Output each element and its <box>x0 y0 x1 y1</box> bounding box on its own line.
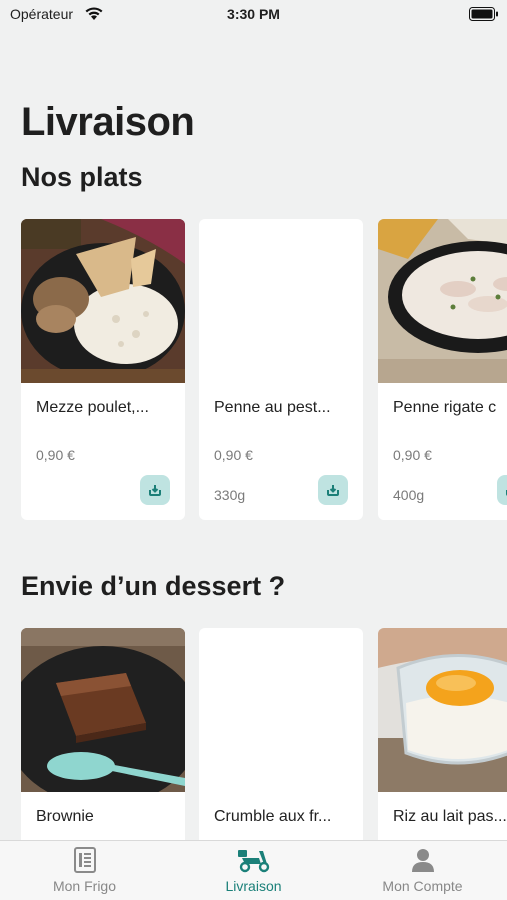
add-cart-icon <box>327 485 339 496</box>
dish-weight: 330g <box>214 487 246 503</box>
dessert-name: Brownie <box>36 808 94 825</box>
scooter-icon <box>238 850 270 873</box>
add-to-cart-button[interactable] <box>497 475 507 505</box>
dishes-carousel[interactable]: Mezze poulet,... 0,90 € Penne au pest...… <box>21 219 507 520</box>
tab-bar: Mon Frigo Livraison Mon Compte <box>0 840 507 900</box>
dessert-image <box>378 628 507 792</box>
dessert-name: Crumble aux fr... <box>214 808 332 825</box>
tab-livraison[interactable]: Livraison <box>169 841 338 900</box>
dish-name: Penne au pest... <box>214 399 331 416</box>
dessert-name: Riz au lait pas... <box>393 808 507 825</box>
dish-image <box>378 219 507 383</box>
desserts-carousel[interactable]: Brownie Crumble aux fr... Riz au lait pa… <box>21 628 507 848</box>
tab-label: Livraison <box>225 878 282 894</box>
dish-price: 0,90 € <box>36 447 75 463</box>
add-to-cart-button[interactable] <box>140 475 170 505</box>
dish-name: Penne rigate c <box>393 399 497 416</box>
battery-icon <box>469 7 498 21</box>
dessert-image <box>21 628 185 792</box>
dessert-card[interactable]: Riz au lait pas... <box>378 628 507 848</box>
tab-mon-compte[interactable]: Mon Compte <box>338 841 507 900</box>
dish-weight: 400g <box>393 487 425 503</box>
page-title: Livraison <box>21 100 195 144</box>
add-cart-icon <box>149 485 161 496</box>
section-title-desserts: Envie d’un dessert ? <box>21 571 286 601</box>
tab-label: Mon Compte <box>382 878 463 894</box>
person-icon <box>412 849 434 872</box>
dessert-card[interactable]: Crumble aux fr... <box>199 628 363 848</box>
tab-mon-frigo[interactable]: Mon Frigo <box>0 841 169 900</box>
dish-card[interactable]: Penne rigate c 0,90 € 400g <box>378 219 507 520</box>
tab-label: Mon Frigo <box>52 878 117 894</box>
section-title-plats: Nos plats <box>21 162 143 192</box>
dessert-card[interactable]: Brownie <box>21 628 185 848</box>
dish-card[interactable]: Penne au pest... 0,90 € 330g <box>199 219 363 520</box>
dish-price: 0,90 € <box>214 447 253 463</box>
dish-image <box>21 219 185 383</box>
status-bar: Opérateur 3:30 PM <box>0 0 507 30</box>
fridge-icon <box>74 847 96 873</box>
dish-price: 0,90 € <box>393 447 432 463</box>
dish-name: Mezze poulet,... <box>36 399 149 416</box>
status-time: 3:30 PM <box>227 6 280 22</box>
add-to-cart-button[interactable] <box>318 475 348 505</box>
dish-card[interactable]: Mezze poulet,... 0,90 € <box>21 219 185 520</box>
